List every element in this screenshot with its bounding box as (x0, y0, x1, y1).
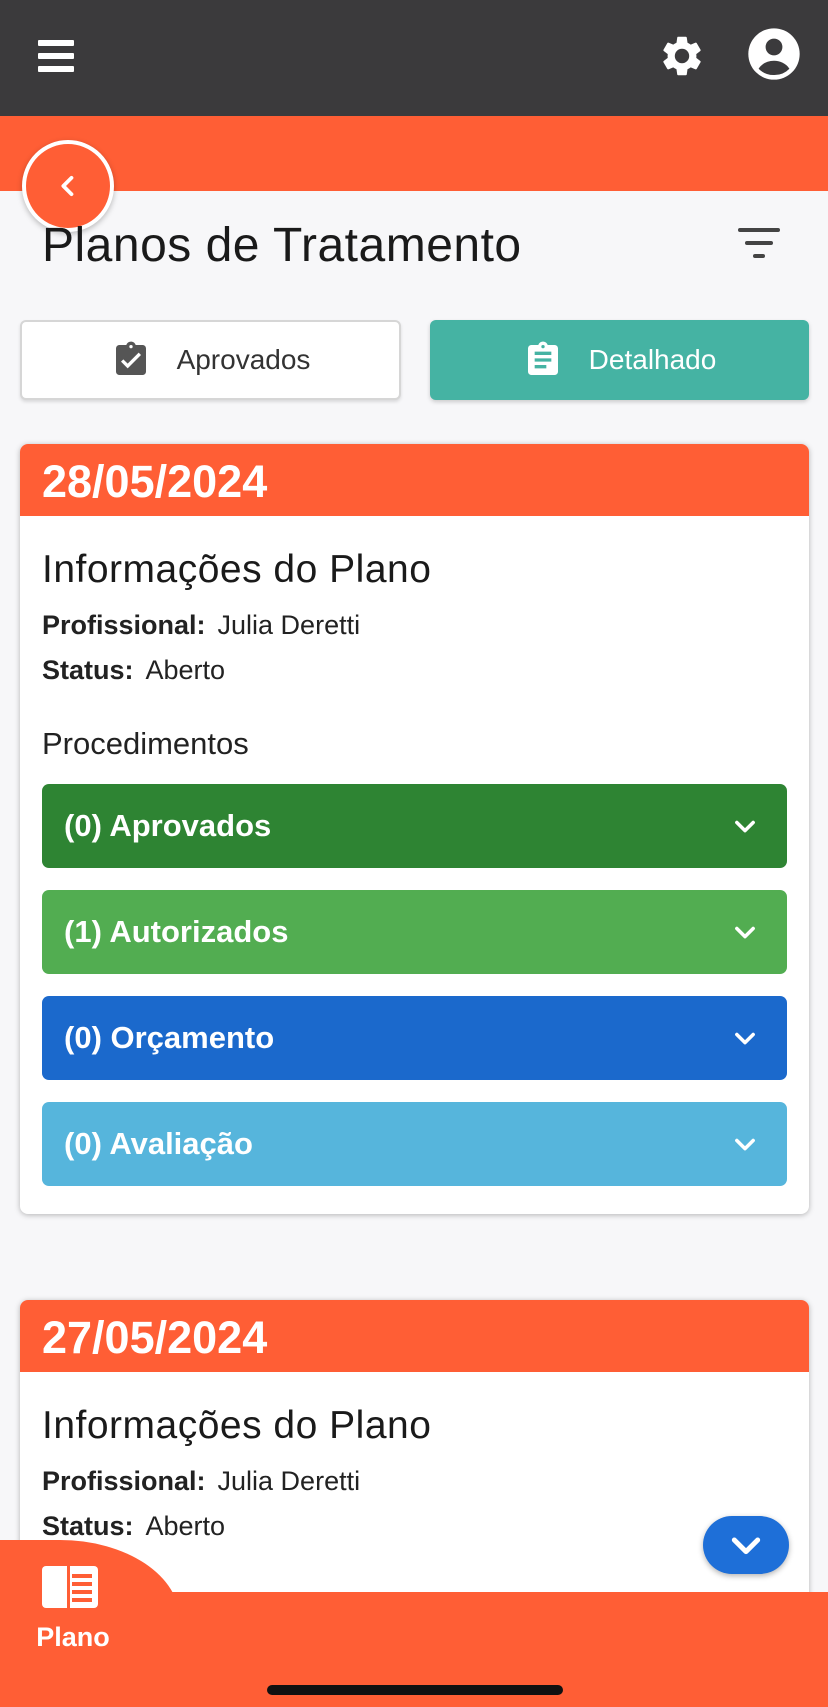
home-indicator (267, 1685, 563, 1695)
status-label: Status: (42, 655, 134, 685)
account-circle-icon[interactable] (746, 26, 802, 82)
accordion-avaliacao[interactable]: (0) Avaliação (42, 1102, 787, 1186)
accordion-autorizados[interactable]: (1) Autorizados (42, 890, 787, 974)
plan-date: 27/05/2024 (20, 1300, 809, 1372)
view-detalhado-label: Detalhado (588, 344, 717, 375)
accordion-orcamento-label: (0) Orçamento (64, 1020, 275, 1055)
scroll-down-button[interactable] (703, 1516, 789, 1574)
accordion-orcamento[interactable]: (0) Orçamento (42, 996, 787, 1080)
chevron-down-icon (735, 820, 755, 833)
chevron-left-icon (61, 175, 74, 197)
top-app-bar (0, 0, 828, 116)
plan-card: 28/05/2024 Informações do Plano Profissi… (20, 444, 809, 1214)
hamburger-menu-icon[interactable] (38, 40, 74, 74)
status-value: Aberto (145, 655, 226, 685)
accordion-aprovados[interactable]: (0) Aprovados (42, 784, 787, 868)
view-aprovados-button[interactable]: Aprovados (20, 320, 401, 400)
profissional-row: Profissional: Julia Deretti (42, 610, 787, 641)
plan-info-title: Informações do Plano (42, 548, 432, 591)
profissional-label: Profissional: (42, 1466, 206, 1496)
profissional-value: Julia Deretti (217, 1466, 361, 1496)
chevron-down-icon (735, 1032, 755, 1045)
plan-date: 28/05/2024 (20, 444, 809, 516)
page-title: Planos de Tratamento (42, 219, 522, 272)
status-row: Status: Aberto (42, 655, 787, 686)
profissional-row: Profissional: Julia Deretti (42, 1466, 787, 1497)
clipboard-check-icon (111, 339, 151, 381)
profissional-label: Profissional: (42, 610, 206, 640)
accordion-autorizados-label: (1) Autorizados (64, 914, 289, 949)
plan-info-title: Informações do Plano (42, 1404, 432, 1447)
bottom-tab-plano-label: Plano (36, 1622, 110, 1652)
chevron-down-icon (735, 926, 755, 939)
accordion-avaliacao-label: (0) Avaliação (64, 1126, 253, 1161)
view-detalhado-button[interactable]: Detalhado (430, 320, 809, 400)
profissional-value: Julia Deretti (217, 610, 361, 640)
chevron-down-icon (731, 1537, 761, 1555)
status-label: Status: (42, 1511, 134, 1541)
header-accent-band (0, 116, 828, 191)
accordion-aprovados-label: (0) Aprovados (64, 808, 272, 843)
status-row: Status: Aberto (42, 1511, 787, 1542)
clipboard-list-icon (523, 339, 563, 381)
chevron-down-icon (735, 1138, 755, 1151)
filter-list-icon[interactable] (738, 228, 780, 260)
plan-book-icon (42, 1566, 98, 1608)
view-aprovados-label: Aprovados (176, 344, 311, 375)
status-value: Aberto (145, 1511, 226, 1541)
procedimentos-heading: Procedimentos (42, 726, 249, 761)
gear-icon[interactable] (658, 32, 706, 80)
